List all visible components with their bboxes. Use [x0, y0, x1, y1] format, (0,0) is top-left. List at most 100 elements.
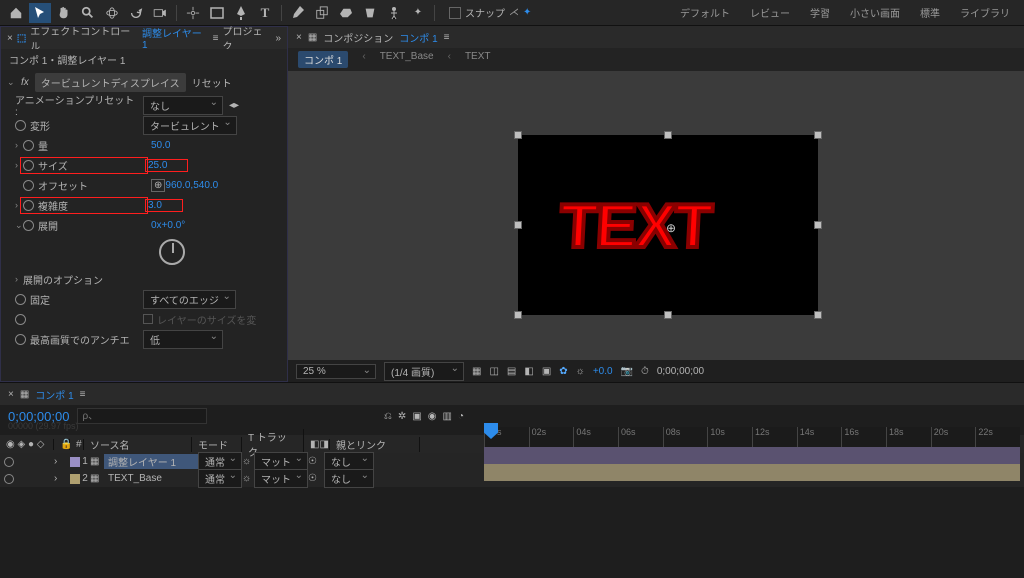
clock-icon[interactable] — [23, 160, 34, 171]
clock-icon[interactable] — [15, 294, 26, 305]
mode-dropdown[interactable]: 通常 — [198, 469, 242, 488]
color-swatch[interactable] — [70, 457, 80, 467]
size-value[interactable]: 25.0 — [145, 159, 188, 172]
twirl-icon[interactable]: › — [15, 140, 23, 150]
complexity-value[interactable]: 3.0 — [145, 199, 183, 212]
guides-icon[interactable]: ▣ — [542, 366, 551, 377]
clone-tool-icon[interactable] — [311, 3, 333, 23]
fx-name[interactable]: タービュレントディスプレイス — [35, 73, 186, 92]
twirl-icon[interactable]: ⌄ — [7, 77, 15, 88]
timeline-tab[interactable]: コンポ 1 — [35, 387, 73, 402]
snap-opt2-icon[interactable]: ✦ — [523, 7, 531, 18]
zoom-tool-icon[interactable] — [77, 3, 99, 23]
home-icon[interactable] — [5, 3, 27, 23]
fx-toggle-icon[interactable]: fx — [21, 77, 29, 88]
tl-opt-icon[interactable]: ◉ — [428, 411, 437, 422]
handle-tl[interactable] — [514, 131, 522, 139]
clock-icon[interactable] — [23, 200, 34, 211]
ws-library[interactable]: ライブラリ — [950, 1, 1020, 24]
rotate-tool-icon[interactable] — [125, 3, 147, 23]
pin-dropdown[interactable]: すべてのエッジ — [143, 290, 236, 309]
snap-checkbox[interactable] — [449, 7, 461, 19]
menu-icon[interactable]: ≡ — [80, 389, 86, 400]
reset-link[interactable]: リセット — [192, 75, 232, 90]
close-icon[interactable]: × — [296, 32, 302, 43]
clock-icon[interactable] — [23, 140, 34, 151]
anchor-icon[interactable]: ⊕ — [666, 221, 676, 235]
tl-opt-icon[interactable]: ◔ — [458, 411, 464, 422]
pen-tool-icon[interactable] — [230, 3, 252, 23]
close-icon[interactable]: × — [7, 33, 13, 44]
snap-toggle[interactable]: スナップ ⋌ ✦ — [449, 5, 531, 20]
handle-tc[interactable] — [664, 131, 672, 139]
snapshot-icon[interactable]: 📷 — [621, 366, 633, 377]
ws-small[interactable]: 小さい画面 — [840, 1, 910, 24]
handle-tr[interactable] — [814, 131, 822, 139]
twirl-icon[interactable]: › — [15, 274, 23, 284]
close-icon[interactable]: × — [8, 389, 14, 400]
time-ruler[interactable]: 00s 02s 04s 06s 08s 10s 12s 14s 16s 18s … — [484, 427, 1020, 447]
hand-tool-icon[interactable] — [53, 3, 75, 23]
amount-value[interactable]: 50.0 — [151, 140, 170, 151]
clock-icon[interactable] — [23, 220, 34, 231]
comp-tab-1[interactable]: TEXT_Base — [380, 51, 434, 68]
clock-icon[interactable] — [15, 120, 26, 131]
brush-tool-icon[interactable] — [287, 3, 309, 23]
clock-icon[interactable] — [23, 180, 34, 191]
comp-name[interactable]: コンポ 1 — [399, 30, 437, 45]
resize-checkbox[interactable] — [143, 314, 153, 324]
panel-layer[interactable]: 調整レイヤー 1 — [142, 25, 209, 51]
adjust-icon[interactable]: ☼ — [576, 366, 585, 377]
channel-icon[interactable]: ▤ — [507, 366, 516, 377]
anchor-tool-icon[interactable] — [182, 3, 204, 23]
twirl-icon[interactable]: ⌄ — [15, 220, 23, 231]
menu-icon[interactable]: ≡ — [444, 32, 450, 43]
tl-opt-icon[interactable]: ✲ — [398, 411, 406, 422]
ws-review[interactable]: レビュー — [740, 1, 800, 24]
mask-icon[interactable]: ◫ — [489, 366, 498, 377]
track-bar-2[interactable] — [484, 464, 1020, 481]
col-mode[interactable]: モード — [192, 437, 242, 452]
ws-default[interactable]: デフォルト — [670, 1, 740, 24]
handle-mr[interactable] — [814, 221, 822, 229]
evolution-dial[interactable] — [159, 239, 185, 265]
visibility-icon[interactable] — [4, 457, 14, 467]
layer-name[interactable]: TEXT_Base — [104, 473, 198, 484]
aa-dropdown[interactable]: 低 — [143, 330, 223, 349]
clock-icon[interactable] — [15, 314, 26, 325]
snap-opt1-icon[interactable]: ⋌ — [509, 7, 519, 18]
puppet-tool-icon[interactable] — [383, 3, 405, 23]
col-source[interactable]: ソース名 — [84, 437, 192, 452]
handle-br[interactable] — [814, 311, 822, 319]
region-icon[interactable]: ◧ — [524, 366, 533, 377]
ws-learn[interactable]: 学習 — [800, 1, 840, 24]
viewport[interactable]: TEXT ⊕ — [288, 71, 1024, 360]
handle-bc[interactable] — [664, 311, 672, 319]
tl-opt-icon[interactable]: ⎌ — [384, 411, 392, 422]
camera-tool-icon[interactable] — [149, 3, 171, 23]
ws-standard[interactable]: 標準 — [910, 1, 950, 24]
col-parent[interactable]: 親とリンク — [330, 437, 420, 452]
parent-dropdown[interactable]: なし — [324, 469, 374, 488]
clock-icon[interactable] — [15, 334, 26, 345]
menu-icon[interactable]: ≡ — [213, 33, 219, 44]
canvas[interactable]: TEXT ⊕ — [518, 135, 818, 315]
tl-opt-icon[interactable]: ▣ — [412, 411, 421, 422]
evolution-value[interactable]: 0x+0.0° — [151, 220, 185, 231]
orbit-tool-icon[interactable] — [101, 3, 123, 23]
roto-tool-icon[interactable] — [359, 3, 381, 23]
handle-ml[interactable] — [514, 221, 522, 229]
time-icon[interactable]: ⏱ — [641, 366, 649, 377]
track-bar-1[interactable] — [484, 447, 1020, 464]
exposure-value[interactable]: +0.0 — [593, 366, 613, 377]
extra-tool-icon[interactable]: ✦ — [407, 3, 429, 23]
comp-tab-0[interactable]: コンポ 1 — [298, 51, 348, 68]
tl-opt-icon[interactable]: ▥ — [443, 411, 452, 422]
crosshair-icon[interactable]: ⊕ — [151, 179, 165, 192]
footer-timecode[interactable]: 0;00;00;00 — [657, 366, 704, 377]
selection-tool-icon[interactable] — [29, 3, 51, 23]
rect-tool-icon[interactable] — [206, 3, 228, 23]
layer-name[interactable]: 調整レイヤー 1 — [104, 454, 198, 469]
color-swatch[interactable] — [70, 474, 80, 484]
next-icon[interactable]: ▸ — [234, 100, 239, 111]
